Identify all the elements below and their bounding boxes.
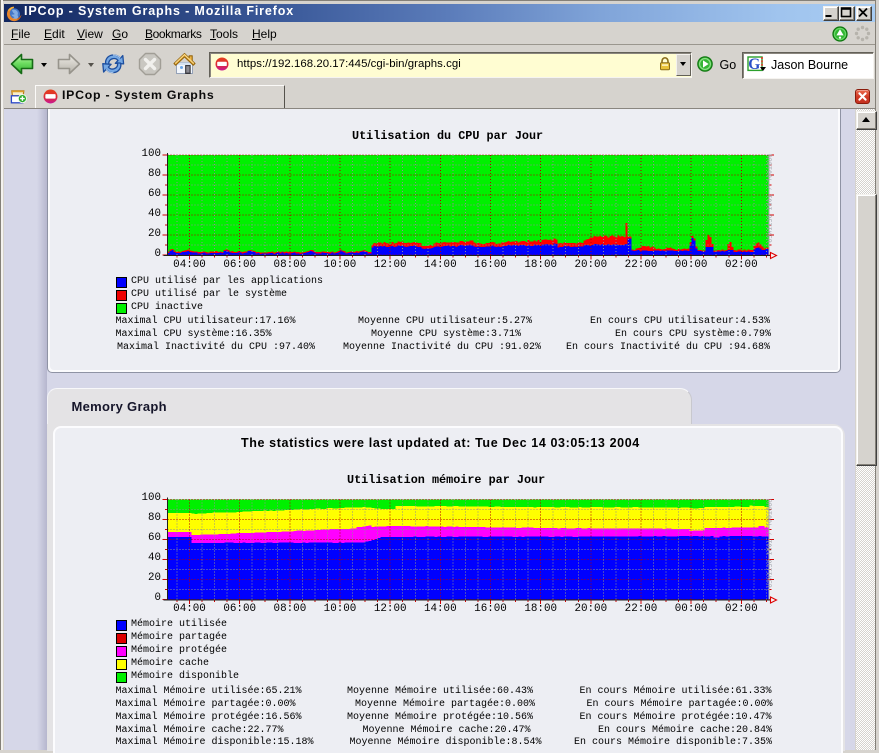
svg-text:G: G [748,56,760,72]
